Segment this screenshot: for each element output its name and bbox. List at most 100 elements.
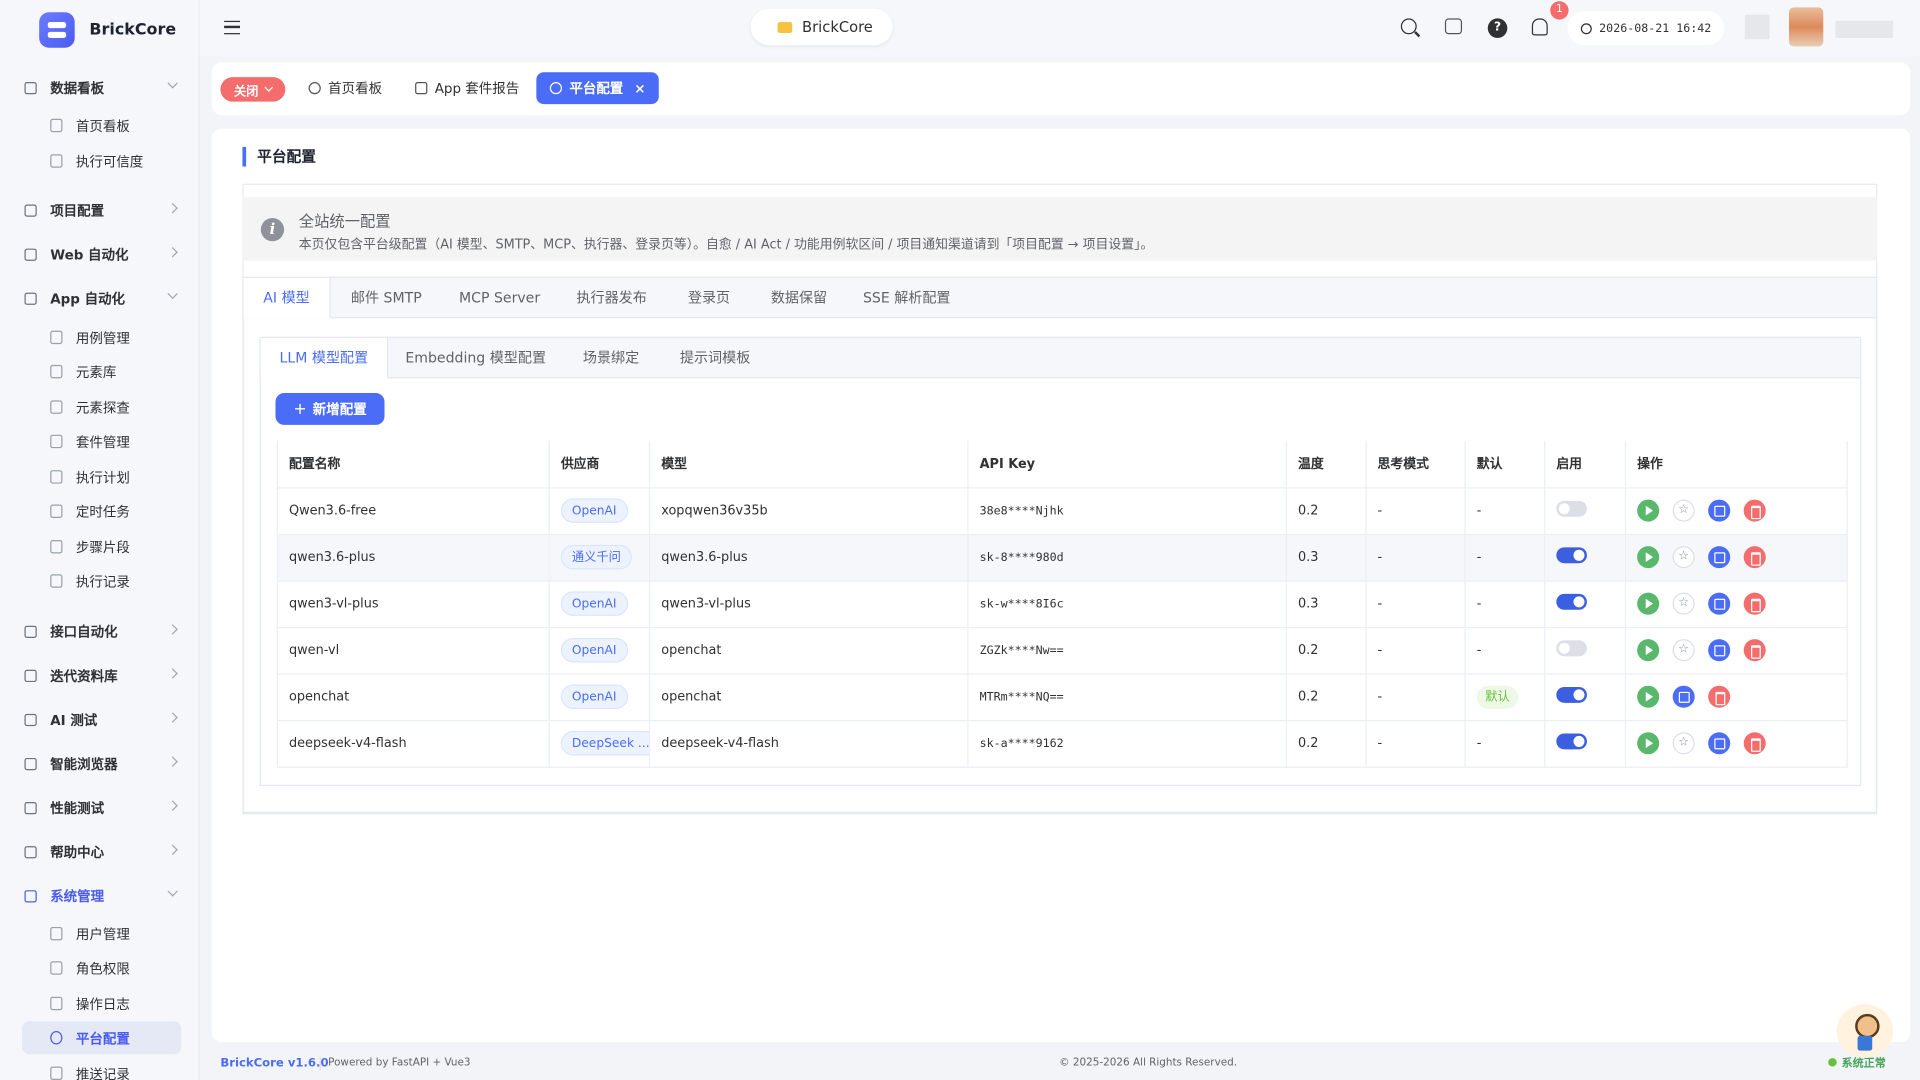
- enabled-toggle[interactable]: [1556, 640, 1587, 657]
- set-default-star-icon[interactable]: ☆: [1672, 732, 1695, 755]
- sidebar-item[interactable]: 用例管理: [22, 321, 181, 354]
- config-tab[interactable]: SSE 解析配置: [846, 278, 967, 318]
- set-default-star-icon[interactable]: ☆: [1672, 546, 1695, 569]
- edit-icon[interactable]: [1708, 592, 1731, 615]
- plus-icon: +: [293, 399, 307, 419]
- sidebar-item[interactable]: 定时任务: [22, 495, 181, 528]
- set-default-star-icon[interactable]: ☆: [1672, 592, 1695, 615]
- delete-icon[interactable]: [1708, 685, 1731, 708]
- model-subtab[interactable]: 提示词模板: [659, 338, 772, 378]
- run-test-icon[interactable]: [1637, 685, 1660, 708]
- model-subtab[interactable]: Embedding 模型配置: [388, 338, 563, 378]
- table-body: Qwen3.6-free OpenAI xopqwen36v35b 38e8****N…: [277, 487, 1848, 768]
- sidebar-group[interactable]: 性能测试: [24, 792, 183, 824]
- chevron-right-icon: [167, 756, 178, 767]
- version-label[interactable]: BrickCore v1.6.0: [220, 1057, 328, 1070]
- sidebar-item[interactable]: 执行记录: [22, 564, 181, 597]
- edit-icon[interactable]: [1708, 546, 1731, 569]
- sidebar-item-label: 操作日志: [75, 996, 130, 1013]
- run-test-icon[interactable]: [1637, 499, 1660, 522]
- chevron-down-icon: [264, 83, 274, 92]
- edit-icon[interactable]: [1708, 732, 1731, 755]
- config-tab[interactable]: 数据保留: [752, 278, 846, 318]
- sidebar-group[interactable]: 数据看板: [24, 72, 183, 104]
- column-header: 模型: [649, 440, 969, 488]
- delete-icon[interactable]: [1743, 499, 1766, 522]
- brand[interactable]: BrickCore: [39, 12, 176, 48]
- close-tabs-dropdown[interactable]: 关闭: [220, 77, 286, 102]
- close-icon[interactable]: ×: [634, 80, 645, 96]
- sidebar-group[interactable]: 迭代资料库: [24, 660, 183, 692]
- sidebar-group[interactable]: Web 自动化: [24, 239, 183, 271]
- sidebar-group-label: Web 自动化: [50, 247, 129, 264]
- sidebar-item[interactable]: 套件管理: [22, 425, 181, 458]
- edit-icon[interactable]: [1708, 499, 1731, 522]
- project-switcher[interactable]: BrickCore: [750, 8, 893, 46]
- enabled-toggle[interactable]: [1556, 593, 1587, 610]
- temperature-cell: 0.3: [1286, 580, 1367, 628]
- table-header-row: 配置名称 供应商 模型 API Key 温度 思考模式 默认 启用 操作: [277, 440, 1848, 488]
- sidebar-group[interactable]: 帮助中心: [24, 836, 183, 868]
- sidebar-item[interactable]: 步骤片段: [22, 530, 181, 563]
- delete-icon[interactable]: [1743, 639, 1766, 662]
- sidebar-group[interactable]: App 自动化: [24, 283, 183, 315]
- provider-cell: OpenAI: [549, 580, 651, 628]
- tab-app-suite-report[interactable]: App 套件报告: [402, 72, 533, 104]
- sidebar-item[interactable]: 元素库: [22, 355, 181, 388]
- help-icon[interactable]: ?: [1487, 18, 1508, 38]
- sidebar-group[interactable]: AI 测试: [24, 704, 183, 736]
- model-subtab[interactable]: 场景绑定: [563, 338, 659, 378]
- config-tab[interactable]: 邮件 SMTP: [331, 278, 442, 318]
- tab-dashboard[interactable]: 首页看板: [295, 72, 395, 104]
- sidebar-item[interactable]: 首页看板: [22, 109, 181, 142]
- sidebar: BrickCore 数据看板首页看板 执行可信度项目配置 Web 自动化 App 自动…: [0, 0, 200, 1080]
- delete-icon[interactable]: [1743, 732, 1766, 755]
- temperature-cell: 0.2: [1286, 487, 1367, 535]
- config-tab[interactable]: AI 模型: [243, 277, 331, 319]
- edit-icon[interactable]: [1708, 639, 1731, 662]
- set-default-star-icon[interactable]: ☆: [1672, 639, 1695, 662]
- menu-item-icon: [50, 961, 63, 975]
- chevron-right-icon: [167, 712, 178, 723]
- enabled-toggle[interactable]: [1556, 500, 1587, 517]
- sidebar-item[interactable]: 推送记录: [22, 1057, 181, 1080]
- config-tab[interactable]: MCP Server: [442, 278, 557, 318]
- run-test-icon[interactable]: [1637, 732, 1660, 755]
- tab-bar: 关闭 首页看板 App 套件报告 平台配置 ×: [211, 62, 1911, 116]
- model-subtab[interactable]: LLM 模型配置: [260, 337, 389, 379]
- sidebar-item[interactable]: 执行可信度: [22, 144, 181, 177]
- enabled-toggle[interactable]: [1556, 547, 1587, 564]
- avatar[interactable]: [1788, 7, 1824, 47]
- sidebar-item-label: 执行计划: [75, 469, 130, 486]
- bell-icon[interactable]: [1531, 18, 1548, 36]
- sidebar-group[interactable]: 项目配置: [24, 195, 183, 227]
- sidebar-item[interactable]: 元素探查: [22, 391, 181, 424]
- sidebar-item[interactable]: 操作日志: [22, 987, 181, 1020]
- run-test-icon[interactable]: [1637, 592, 1660, 615]
- add-config-button[interactable]: + 新增配置: [275, 393, 385, 425]
- topbar: BrickCore ? 1 2026-08-21 16:42: [199, 0, 1920, 57]
- sidebar-item[interactable]: 平台配置: [22, 1021, 182, 1055]
- menu-toggle-icon[interactable]: [224, 20, 241, 35]
- sidebar-group[interactable]: 系统管理: [24, 880, 183, 912]
- edit-icon[interactable]: [1672, 685, 1695, 708]
- sidebar-group[interactable]: 智能浏览器: [24, 748, 183, 780]
- enabled-toggle[interactable]: [1556, 686, 1587, 703]
- set-default-star-icon[interactable]: ☆: [1672, 499, 1695, 522]
- delete-icon[interactable]: [1743, 546, 1766, 569]
- sidebar-group-label: 智能浏览器: [50, 756, 118, 773]
- search-icon[interactable]: [1400, 18, 1417, 35]
- sidebar-item[interactable]: 角色权限: [22, 951, 181, 984]
- delete-icon[interactable]: [1743, 592, 1766, 615]
- sidebar-group[interactable]: 接口自动化: [24, 616, 183, 648]
- tab-platform-config[interactable]: 平台配置 ×: [536, 72, 660, 105]
- assistant-mascot-icon[interactable]: [1836, 1004, 1894, 1058]
- run-test-icon[interactable]: [1637, 546, 1660, 569]
- sidebar-item[interactable]: 用户管理: [22, 917, 181, 950]
- config-tab[interactable]: 执行器发布: [557, 278, 666, 318]
- run-test-icon[interactable]: [1637, 639, 1660, 662]
- config-tab[interactable]: 登录页: [666, 278, 752, 318]
- enabled-toggle[interactable]: [1556, 733, 1587, 750]
- printer-icon[interactable]: [1444, 18, 1463, 35]
- sidebar-item[interactable]: 执行计划: [22, 460, 181, 493]
